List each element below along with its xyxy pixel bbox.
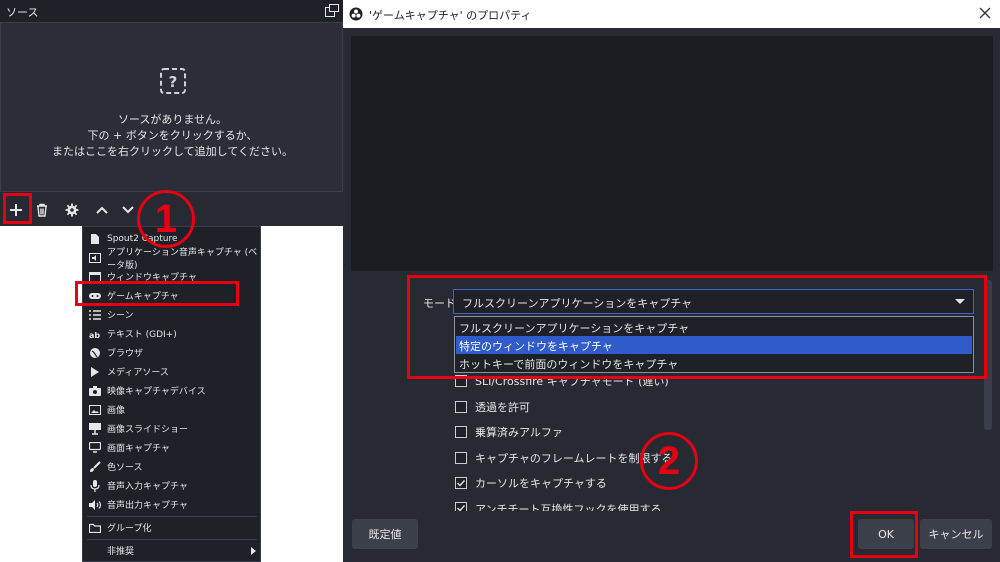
- checkbox-box: [455, 477, 467, 489]
- sources-header: ソース: [0, 0, 343, 22]
- menu-item-image-slideshow[interactable]: 画像スライドショー: [83, 419, 260, 438]
- checkbox-anticheat-hook[interactable]: アンチチート互換性フックを使用する: [455, 500, 662, 511]
- source-properties-button[interactable]: [60, 198, 84, 222]
- mic-icon: [89, 479, 101, 492]
- window-titlebar: 'ゲームキャプチャ' のプロパティ: [343, 0, 1000, 28]
- menu-item-display-capture[interactable]: 画面キャプチャ: [83, 438, 260, 457]
- menu-item-text-gdi[interactable]: ab テキスト (GDI+): [83, 324, 260, 343]
- menu-item-audio-input[interactable]: 音声入力キャプチャ: [83, 476, 260, 495]
- chevron-down-icon: [122, 206, 134, 214]
- checkbox-box: [455, 426, 467, 438]
- sources-list-empty[interactable]: ? ソースがありません。 下の + ボタンをクリックするか、 またはここを右クリ…: [0, 22, 343, 192]
- undock-icon[interactable]: [325, 4, 339, 17]
- highlight-game-capture: [75, 281, 239, 306]
- svg-text:ab: ab: [89, 331, 100, 339]
- highlight-add-button: [3, 193, 32, 224]
- cancel-button[interactable]: キャンセル: [920, 519, 992, 549]
- menu-item-image[interactable]: 画像: [83, 400, 260, 419]
- play-icon: [89, 366, 101, 378]
- close-icon[interactable]: [978, 6, 992, 20]
- menu-item-color-source[interactable]: 色ソース: [83, 457, 260, 476]
- camera-icon: [89, 385, 101, 397]
- menu-item-deprecated[interactable]: 非推奨: [83, 541, 260, 560]
- obs-logo-icon: [349, 7, 363, 21]
- step-1-badge: 1: [137, 190, 195, 248]
- checkbox-allow-transparency[interactable]: 透過を許可: [455, 398, 530, 416]
- gear-icon: [65, 203, 79, 217]
- monitor-icon: [89, 442, 101, 454]
- folder-icon: [89, 522, 101, 534]
- highlight-mode-dropdown: [407, 275, 987, 379]
- menu-item-video-capture[interactable]: 映像キャプチャデバイス: [83, 381, 260, 400]
- menu-item-browser[interactable]: ブラウザ: [83, 343, 260, 362]
- move-up-button[interactable]: [90, 198, 114, 222]
- slideshow-icon: [89, 422, 101, 435]
- menu-separator: [87, 516, 257, 517]
- add-source-menu: Spout2 Capture アプリケーション音声キャプチャ (ベータ版) ウィ…: [82, 226, 261, 562]
- submenu-arrow-icon: [251, 547, 256, 555]
- sources-title: ソース: [6, 6, 39, 19]
- menu-separator: [87, 539, 257, 540]
- checkbox-box: [455, 502, 467, 511]
- menu-item-scene[interactable]: シーン: [83, 305, 260, 324]
- menu-item-group[interactable]: グループ化: [83, 518, 260, 537]
- brush-icon: [89, 460, 101, 473]
- step-2-badge: 2: [640, 432, 698, 490]
- menu-item-audio-output[interactable]: 音声出力キャプチャ: [83, 495, 260, 514]
- app-audio-icon: [89, 252, 101, 264]
- empty-message-line2: 下の + ボタンをクリックするか、: [87, 129, 258, 142]
- checkbox-premultiplied-alpha[interactable]: 乗算済みアルファ: [455, 423, 563, 441]
- empty-message-line3: またはここを右クリックして追加してください。: [51, 145, 293, 158]
- checkbox-box: [455, 452, 467, 464]
- chevron-up-icon: [96, 206, 108, 214]
- defaults-button[interactable]: 既定値: [352, 519, 418, 549]
- menu-item-media-source[interactable]: メディアソース: [83, 362, 260, 381]
- checkmark-icon: [457, 480, 466, 487]
- highlight-ok-button: [850, 511, 918, 558]
- checkbox-capture-cursor[interactable]: カーソルをキャプチャする: [455, 474, 607, 492]
- file-icon: [89, 233, 101, 245]
- trash-icon: [37, 203, 47, 217]
- text-icon: ab: [89, 328, 101, 340]
- image-icon: [89, 404, 101, 416]
- speaker-icon: [89, 499, 101, 511]
- menu-item-app-audio[interactable]: アプリケーション音声キャプチャ (ベータ版): [83, 248, 260, 271]
- empty-message-line1: ソースがありません。: [117, 113, 228, 126]
- checkbox-box: [455, 401, 467, 413]
- capture-preview: [351, 36, 993, 271]
- remove-source-button[interactable]: [30, 198, 54, 222]
- list-icon: [89, 309, 101, 321]
- window-title: 'ゲームキャプチャ' のプロパティ: [369, 9, 532, 22]
- svg-text:?: ?: [169, 73, 178, 91]
- checkmark-icon: [457, 505, 466, 511]
- question-icon: ?: [160, 68, 186, 94]
- globe-icon: [89, 347, 101, 359]
